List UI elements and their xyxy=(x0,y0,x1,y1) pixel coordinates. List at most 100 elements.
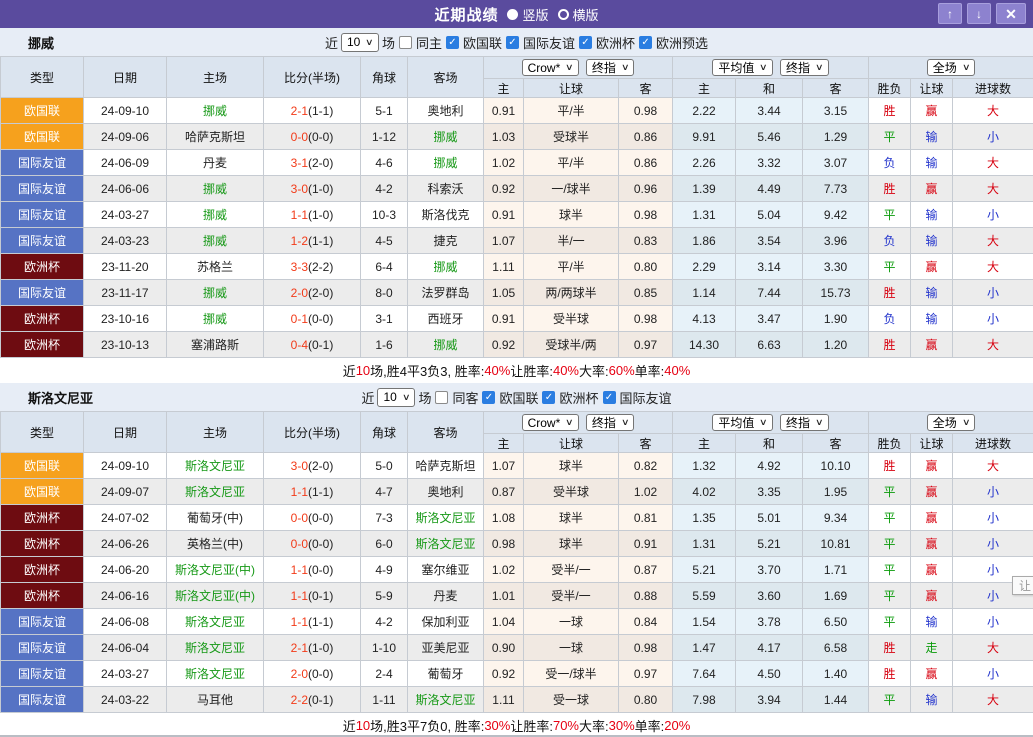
odds-source-select[interactable]: 终指 ∨ xyxy=(585,59,635,76)
odds-source-select[interactable]: 平均值 ∨ xyxy=(712,414,774,431)
score-fulltime: 0-0 xyxy=(290,129,308,144)
recent-count-select[interactable]: 10 ∨ xyxy=(377,387,416,407)
home-team: 苏格兰 xyxy=(166,253,264,280)
corner-count: 6-0 xyxy=(360,530,408,557)
close-button[interactable]: ✕ xyxy=(996,3,1026,24)
odds-source-select[interactable]: 终指 ∨ xyxy=(585,414,635,431)
sub-column-header: 让球 xyxy=(910,78,954,98)
avg-draw: 3.32 xyxy=(735,149,804,176)
odds-source-select-value: Crow* xyxy=(527,60,561,75)
avg-away: 1.95 xyxy=(802,478,870,505)
handicap-outcome: 赢 xyxy=(910,530,954,557)
odds-away: 0.86 xyxy=(617,123,674,150)
away-team: 西班牙 xyxy=(407,305,484,332)
table-row: 国际友谊 24-03-22 马耳他 2-2(0-1) 1-11 斯洛文尼亚 1.11 受一球 0… xyxy=(0,686,1033,713)
handicap-outcome: 输 xyxy=(910,149,954,176)
avg-draw: 7.44 xyxy=(735,279,804,306)
competition-checkbox[interactable]: ✓ xyxy=(602,390,616,404)
same-venue-checkbox[interactable] xyxy=(435,390,449,404)
away-team: 塞尔维亚 xyxy=(407,556,484,583)
header-selects: Crow* ∨ 终指 ∨ xyxy=(485,414,672,431)
avg-away: 1.44 xyxy=(802,686,870,713)
avg-home: 4.13 xyxy=(672,305,737,332)
match-type-badge: 国际友谊 xyxy=(0,175,84,202)
odds-source-group: Crow* ∨ 终指 ∨ xyxy=(482,411,674,434)
window-buttons: ↑ ↓ ✕ xyxy=(938,3,1026,24)
score-fulltime: 0-0 xyxy=(290,510,308,525)
odds-source-select-value: Crow* xyxy=(527,415,561,430)
score-fulltime: 3-3 xyxy=(290,259,308,274)
result-outcome: 胜 xyxy=(868,175,912,202)
handicap-outcome: 赢 xyxy=(910,97,954,124)
competition-checkbox[interactable]: ✓ xyxy=(445,35,459,49)
corner-count: 1-6 xyxy=(360,331,408,358)
competition-checkbox[interactable]: ✓ xyxy=(542,390,556,404)
match-date: 24-09-06 xyxy=(83,123,167,150)
competition-checkbox[interactable]: ✓ xyxy=(482,390,496,404)
table-row: 欧国联 24-09-10 斯洛文尼亚 3-0(2-0) 5-0 哈萨克斯坦 1.07 球半 0.… xyxy=(0,452,1033,479)
summary-segment: 单率: xyxy=(634,719,665,734)
odds-source-select[interactable]: 终指 ∨ xyxy=(780,414,829,431)
same-venue-checkbox[interactable] xyxy=(398,35,412,49)
match-type-badge: 国际友谊 xyxy=(0,149,84,176)
move-down-button[interactable]: ↓ xyxy=(967,3,991,24)
match-date: 24-06-20 xyxy=(83,556,167,583)
match-date: 23-10-13 xyxy=(83,331,167,358)
odds-source-select[interactable]: Crow* ∨ xyxy=(521,59,579,76)
same-venue-label: 同主 xyxy=(415,35,442,51)
handicap-outcome: 赢 xyxy=(910,504,954,531)
recent-count-select[interactable]: 10 ∨ xyxy=(340,32,379,52)
section-summary: 近 10 场,胜3平7负0, 胜率: 30% 让胜率: 70% 大率: 30% 单率: 20… xyxy=(0,713,1033,735)
handicap-outcome: 输 xyxy=(910,279,954,306)
odds-source-select[interactable]: Crow* ∨ xyxy=(521,414,579,431)
away-team: 斯洛文尼亚 xyxy=(407,530,484,557)
match-score: 1-2(1-1) xyxy=(263,227,361,254)
sub-column-header: 主 xyxy=(672,78,737,98)
handicap-line: 受一球 xyxy=(523,686,619,713)
odds-away: 0.80 xyxy=(617,686,674,713)
result-outcome: 负 xyxy=(868,305,912,332)
match-type-badge: 国际友谊 xyxy=(0,227,84,254)
goals-outcome: 小 xyxy=(952,608,1033,635)
match-date: 24-06-09 xyxy=(83,149,167,176)
home-team: 挪威 xyxy=(166,279,264,306)
avg-home: 7.64 xyxy=(672,660,737,687)
summary-segment: 40% xyxy=(664,363,691,378)
result-outcome: 胜 xyxy=(868,452,912,479)
avg-away: 1.29 xyxy=(802,123,870,150)
odds-away: 0.84 xyxy=(617,608,674,635)
odds-source-select[interactable]: 全场 ∨ xyxy=(926,414,976,431)
chevron-down-icon: ∨ xyxy=(565,417,574,427)
avg-home: 2.26 xyxy=(672,149,737,176)
odds-away: 0.91 xyxy=(617,530,674,557)
column-header: 日期 xyxy=(83,56,167,98)
chevron-down-icon: ∨ xyxy=(365,36,374,47)
away-team: 哈萨克斯坦 xyxy=(407,452,484,479)
sub-column-header: 让球 xyxy=(910,433,954,453)
vertical-layout-radio[interactable]: 竖版 xyxy=(507,5,549,24)
avg-away: 15.73 xyxy=(802,279,870,306)
table-row: 欧洲杯 23-10-16 挪威 0-1(0-0) 3-1 西班牙 0.91 受半球 0.98 4.… xyxy=(0,305,1033,332)
odds-source-select[interactable]: 平均值 ∨ xyxy=(712,59,774,76)
home-team: 斯洛文尼亚(中) xyxy=(166,582,264,609)
match-date: 24-06-16 xyxy=(83,582,167,609)
handicap-line: 平/半 xyxy=(523,149,619,176)
competition-checkbox[interactable]: ✓ xyxy=(639,35,653,49)
move-up-button[interactable]: ↑ xyxy=(938,3,962,24)
competition-checkbox[interactable]: ✓ xyxy=(579,35,592,49)
avg-away: 3.07 xyxy=(802,149,870,176)
table-row: 欧洲杯 23-10-13 塞浦路斯 0-4(0-1) 1-6 挪威 0.92 受球半/两 0.9… xyxy=(0,331,1033,358)
horizontal-layout-radio[interactable]: 横版 xyxy=(557,5,599,24)
competition-checkbox[interactable]: ✓ xyxy=(505,35,519,49)
recent-count-select-value: 10 xyxy=(383,390,397,404)
odds-source-select[interactable]: 全场 ∨ xyxy=(926,59,976,76)
horizontal-layout-label: 横版 xyxy=(572,7,599,23)
summary-segment: 30% xyxy=(484,718,511,733)
avg-draw: 3.78 xyxy=(735,608,804,635)
away-team: 挪威 xyxy=(407,123,484,150)
result-outcome: 胜 xyxy=(868,279,912,306)
odds-source-select[interactable]: 终指 ∨ xyxy=(780,59,829,76)
handicap-tooltip: 让 xyxy=(1012,576,1033,595)
handicap-line: 受半球 xyxy=(523,305,619,332)
odds-home: 1.01 xyxy=(483,582,524,609)
